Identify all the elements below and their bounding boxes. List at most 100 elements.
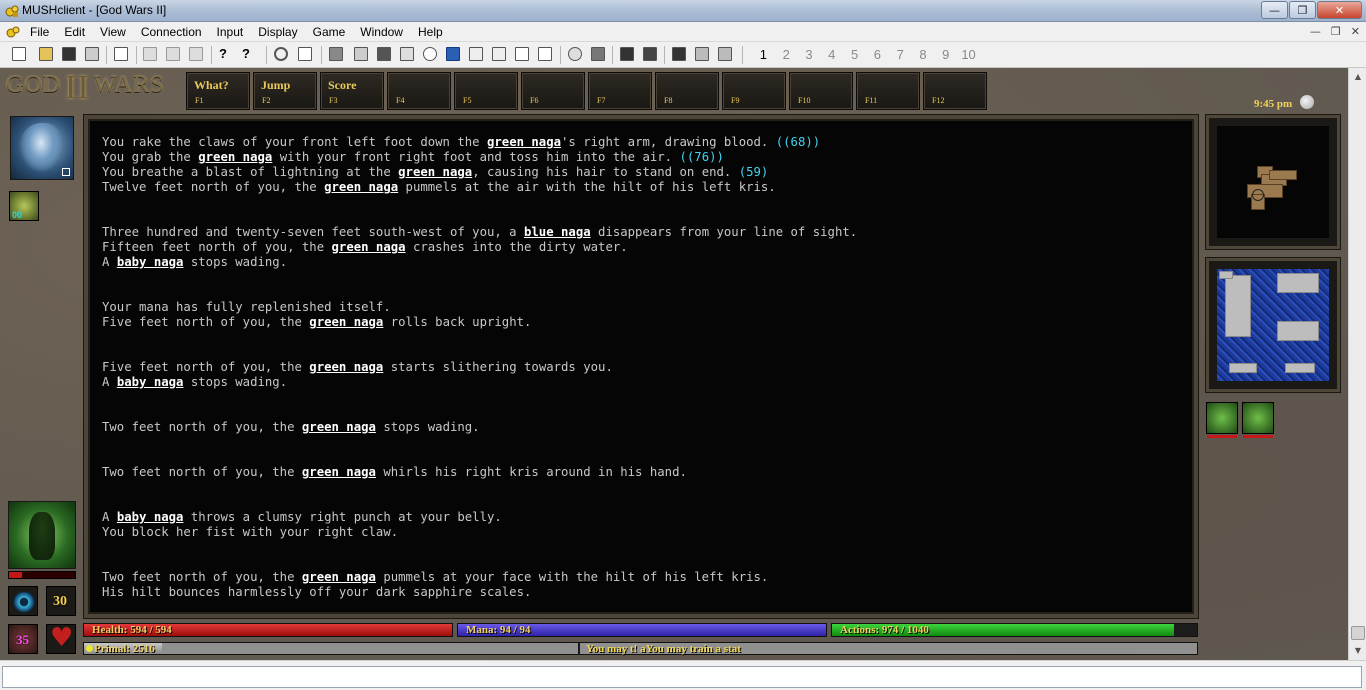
highlight-icon[interactable] xyxy=(492,47,506,61)
heart-icon[interactable] xyxy=(46,623,76,654)
mob-icon-green-naga[interactable] xyxy=(1242,402,1274,438)
help-icon[interactable]: ? xyxy=(219,46,233,61)
mdi-minimize-button[interactable]: — xyxy=(1310,25,1321,38)
mana-orb-icon[interactable]: 35 xyxy=(8,624,38,654)
world-tab-1[interactable]: 1 xyxy=(752,47,775,62)
fkey-button-f10[interactable]: F10 xyxy=(789,72,853,110)
timers-icon[interactable] xyxy=(423,47,437,61)
mob-name-link[interactable]: green naga xyxy=(302,570,376,584)
area-map[interactable] xyxy=(1206,115,1340,249)
world-tab-7[interactable]: 7 xyxy=(889,47,912,62)
menu-display[interactable]: Display xyxy=(258,25,297,39)
mob-name-link[interactable]: green naga xyxy=(309,360,383,374)
fkey-button-f4[interactable]: F4 xyxy=(387,72,451,110)
menu-window[interactable]: Window xyxy=(360,25,403,39)
fkey-button-f2[interactable]: Jump F2 xyxy=(253,72,317,110)
scroll-up-icon[interactable]: ▲ xyxy=(1351,70,1365,84)
fkey-button-f7[interactable]: F7 xyxy=(588,72,652,110)
menu-file[interactable]: File xyxy=(30,25,49,39)
fkey-button-f9[interactable]: F9 xyxy=(722,72,786,110)
open-icon[interactable] xyxy=(39,47,53,61)
world-config-icon[interactable] xyxy=(354,47,368,61)
world-tab-2[interactable]: 2 xyxy=(775,47,798,62)
target-portrait[interactable] xyxy=(8,501,76,569)
room-map[interactable] xyxy=(1206,258,1340,392)
output-window[interactable]: You rake the claws of your front left fo… xyxy=(84,115,1198,618)
mob-name-link[interactable]: green naga xyxy=(398,165,472,179)
world-tab-4[interactable]: 4 xyxy=(820,47,843,62)
mdi-restore-button[interactable]: ❐ xyxy=(1331,25,1341,38)
mob-name-link[interactable]: baby naga xyxy=(117,510,184,524)
crossed-swords-icon[interactable]: 30 xyxy=(46,586,76,616)
player-portrait[interactable] xyxy=(10,116,74,180)
vertical-scrollbar[interactable]: ▲ ▼ xyxy=(1348,68,1366,660)
eye-icon[interactable] xyxy=(8,586,38,616)
menu-game[interactable]: Game xyxy=(313,25,346,39)
reconnect-icon[interactable] xyxy=(274,47,288,61)
fkey-button-f11[interactable]: F11 xyxy=(856,72,920,110)
find-again-icon[interactable] xyxy=(695,47,709,61)
find-icon[interactable] xyxy=(672,47,686,61)
variables-icon[interactable] xyxy=(469,47,483,61)
table-icon[interactable] xyxy=(538,47,552,61)
mdi-close-button[interactable]: ✕ xyxy=(1351,25,1360,38)
footprints-icon[interactable] xyxy=(643,47,657,61)
mob-name-link[interactable]: green naga xyxy=(324,180,398,194)
scroll-down-icon[interactable]: ▼ xyxy=(1351,644,1365,658)
world-tab-9[interactable]: 9 xyxy=(934,47,957,62)
fkey-button-f3[interactable]: Score F3 xyxy=(320,72,384,110)
mob-name-link[interactable]: green naga xyxy=(332,240,406,254)
fkey-button-f5[interactable]: F5 xyxy=(454,72,518,110)
menu-connection[interactable]: Connection xyxy=(141,25,202,39)
paste-icon[interactable] xyxy=(189,47,203,61)
fkey-button-f12[interactable]: F12 xyxy=(923,72,987,110)
go-to-line-icon[interactable] xyxy=(718,47,732,61)
mob-name-link[interactable]: green naga xyxy=(302,465,376,479)
scroll-thumb[interactable] xyxy=(1351,626,1365,640)
copy-icon[interactable] xyxy=(166,47,180,61)
menu-input[interactable]: Input xyxy=(217,25,244,39)
close-button[interactable]: ✕ xyxy=(1317,1,1362,19)
world-tab-10[interactable]: 10 xyxy=(957,47,980,62)
mob-name-link[interactable]: baby naga xyxy=(117,255,184,269)
save-icon[interactable] xyxy=(62,47,76,61)
print-icon[interactable] xyxy=(85,47,99,61)
title-bar[interactable]: MUSHclient - [God Wars II] — ❐ ✕ xyxy=(0,0,1366,22)
menu-help[interactable]: Help xyxy=(418,25,443,39)
menu-view[interactable]: View xyxy=(100,25,126,39)
aliases-icon[interactable] xyxy=(400,47,414,61)
scripting-icon[interactable] xyxy=(591,47,605,61)
mdi-child-icon[interactable] xyxy=(5,24,21,40)
print-preview-icon[interactable] xyxy=(114,47,128,61)
menu-edit[interactable]: Edit xyxy=(64,25,85,39)
world-tab-8[interactable]: 8 xyxy=(912,47,935,62)
pause-icon[interactable] xyxy=(329,47,343,61)
minimize-button[interactable]: — xyxy=(1261,1,1288,19)
fkey-button-f8[interactable]: F8 xyxy=(655,72,719,110)
affect-icon[interactable]: 00 xyxy=(9,191,39,221)
list-icon[interactable] xyxy=(515,47,529,61)
mob-icon-baby-naga[interactable] xyxy=(1206,402,1238,438)
mob-name-link[interactable]: green naga xyxy=(198,150,272,164)
command-input[interactable] xyxy=(2,666,1362,688)
mob-name-link[interactable]: baby naga xyxy=(117,375,184,389)
cut-icon[interactable] xyxy=(143,47,157,61)
log-icon[interactable] xyxy=(298,47,312,61)
maximize-button[interactable]: ❐ xyxy=(1289,1,1316,19)
fkey-button-f1[interactable]: What? F1 xyxy=(186,72,250,110)
context-help-icon[interactable]: ? xyxy=(242,46,256,61)
world-tab-5[interactable]: 5 xyxy=(843,47,866,62)
activity-icon[interactable] xyxy=(620,47,634,61)
triggers-icon[interactable] xyxy=(377,47,391,61)
mob-name-link[interactable]: green naga xyxy=(302,420,376,434)
mob-name-link[interactable]: green naga xyxy=(487,135,561,149)
plugins-icon[interactable] xyxy=(568,47,582,61)
notepad-icon[interactable] xyxy=(446,47,460,61)
mob-name-link[interactable]: blue naga xyxy=(524,225,591,239)
world-tab-3[interactable]: 3 xyxy=(798,47,821,62)
mushclient-app-icon[interactable] xyxy=(4,3,20,19)
mob-name-link[interactable]: green naga xyxy=(309,315,383,329)
fkey-button-f6[interactable]: F6 xyxy=(521,72,585,110)
world-tab-6[interactable]: 6 xyxy=(866,47,889,62)
new-world-icon[interactable] xyxy=(12,47,26,61)
